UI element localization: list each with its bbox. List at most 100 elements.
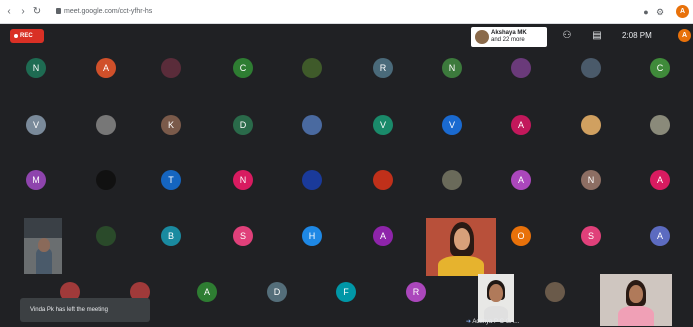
participant-avatar: C <box>233 58 253 78</box>
forward-arrow-icon[interactable]: › <box>16 5 30 19</box>
participant-tile[interactable] <box>96 170 126 200</box>
participant-tile[interactable] <box>650 115 680 145</box>
notification-toast: Vinda Pk has left the meeting <box>20 298 150 322</box>
meeting-clock: 2:08 PM <box>622 31 652 40</box>
participant-avatar: A <box>373 226 393 246</box>
participant-tile[interactable]: N <box>26 58 56 88</box>
participant-avatar: D <box>233 115 253 135</box>
participant-tile[interactable]: A <box>650 170 680 200</box>
lock-icon <box>56 8 61 14</box>
people-icon[interactable]: ⚇ <box>560 30 574 42</box>
participant-avatar: K <box>161 115 181 135</box>
participant-tile[interactable]: A <box>96 58 126 88</box>
participant-tile[interactable]: A <box>511 170 541 200</box>
reload-icon[interactable]: ↻ <box>30 5 44 19</box>
participant-photo <box>581 58 601 78</box>
participant-avatar: F <box>336 282 356 302</box>
participant-tile[interactable]: N <box>442 58 472 88</box>
record-dot-icon <box>14 34 18 38</box>
participant-tile[interactable]: C <box>650 58 680 88</box>
participant-avatar: S <box>233 226 253 246</box>
participant-tile[interactable]: N <box>233 170 263 200</box>
participant-tile[interactable]: V <box>373 115 403 145</box>
participant-tile[interactable] <box>373 170 403 200</box>
participant-avatar: A <box>650 226 670 246</box>
participant-avatar: A <box>511 170 531 190</box>
participant-avatar: V <box>373 115 393 135</box>
participant-tile[interactable]: K <box>161 115 191 145</box>
participant-photo <box>96 115 116 135</box>
participant-tile[interactable] <box>545 282 575 312</box>
participant-photo <box>302 115 322 135</box>
participant-tile[interactable] <box>161 58 191 88</box>
profile-avatar[interactable]: A <box>676 5 689 18</box>
participant-tile[interactable]: A <box>650 226 680 256</box>
participant-avatar: T <box>161 170 181 190</box>
puzzle-icon[interactable]: ⚙ <box>654 6 666 18</box>
participant-video[interactable] <box>24 218 62 274</box>
participant-tile[interactable]: M <box>26 170 56 200</box>
recording-label: REC <box>20 33 33 39</box>
meet-top-bar: REC Akshaya MK and 22 more ⚇ ▤ 2:08 PM A <box>0 24 693 48</box>
participant-tile[interactable]: V <box>442 115 472 145</box>
address-bar[interactable]: meet.google.com/cct-yfhr-hs <box>64 6 152 18</box>
participant-avatar: A <box>197 282 217 302</box>
participant-avatar: S <box>581 226 601 246</box>
participant-avatar: R <box>406 282 426 302</box>
participant-tile[interactable]: S <box>233 226 263 256</box>
extension-icon[interactable]: ● <box>640 6 652 18</box>
participant-tile[interactable] <box>96 226 126 256</box>
participant-photo <box>96 226 116 246</box>
participant-tile[interactable] <box>302 58 332 88</box>
participant-name-label: ➔ Adithya P C GA... <box>466 318 519 325</box>
participant-tile[interactable] <box>581 115 611 145</box>
participant-photo <box>511 58 531 78</box>
participant-name-text: Adithya P C GA... <box>472 319 520 325</box>
participant-tile[interactable]: D <box>267 282 297 312</box>
participant-photo <box>302 170 322 190</box>
chat-icon[interactable]: ▤ <box>590 30 604 42</box>
participant-photo <box>302 58 322 78</box>
participant-tile[interactable]: R <box>373 58 403 88</box>
participant-avatar: V <box>442 115 462 135</box>
participant-tile[interactable]: O <box>511 226 541 256</box>
participant-tile[interactable]: F <box>336 282 366 312</box>
participant-photo <box>650 115 670 135</box>
participant-tile[interactable]: R <box>406 282 436 312</box>
participant-tile[interactable]: S <box>581 226 611 256</box>
participant-video[interactable] <box>478 274 514 322</box>
participant-avatar: A <box>650 170 670 190</box>
participant-avatar: D <box>267 282 287 302</box>
participant-avatar: H <box>302 226 322 246</box>
participant-tile[interactable] <box>96 115 126 145</box>
participant-tile[interactable] <box>511 58 541 88</box>
participant-tile[interactable]: A <box>511 115 541 145</box>
participant-tile[interactable] <box>442 170 472 200</box>
presenter-avatar <box>475 30 489 44</box>
participant-avatar: N <box>233 170 253 190</box>
presenter-more: and 22 more <box>491 37 525 43</box>
participant-video[interactable] <box>426 218 496 276</box>
meet-screen: ‹ › ↻ meet.google.com/cct-yfhr-hs ● ⚙ A … <box>0 0 693 327</box>
participant-photo <box>581 115 601 135</box>
participant-tile[interactable] <box>302 170 332 200</box>
participant-tile[interactable] <box>302 115 332 145</box>
participant-tile[interactable]: H <box>302 226 332 256</box>
participant-avatar: O <box>511 226 531 246</box>
participant-tile[interactable]: V <box>26 115 56 145</box>
participant-avatar: M <box>26 170 46 190</box>
back-arrow-icon[interactable]: ‹ <box>2 5 16 19</box>
participant-photo <box>545 282 565 302</box>
participant-tile[interactable] <box>581 58 611 88</box>
participant-tile[interactable]: D <box>233 115 263 145</box>
self-avatar[interactable]: A <box>678 29 691 42</box>
participant-tile[interactable]: B <box>161 226 191 256</box>
participant-tile[interactable]: T <box>161 170 191 200</box>
participant-avatar: C <box>650 58 670 78</box>
participant-tile[interactable]: C <box>233 58 263 88</box>
presenter-chip[interactable]: Akshaya MK and 22 more <box>471 27 547 47</box>
participant-video[interactable] <box>600 274 672 326</box>
participant-tile[interactable]: N <box>581 170 611 200</box>
participant-tile[interactable]: A <box>197 282 227 312</box>
participant-tile[interactable]: A <box>373 226 403 256</box>
